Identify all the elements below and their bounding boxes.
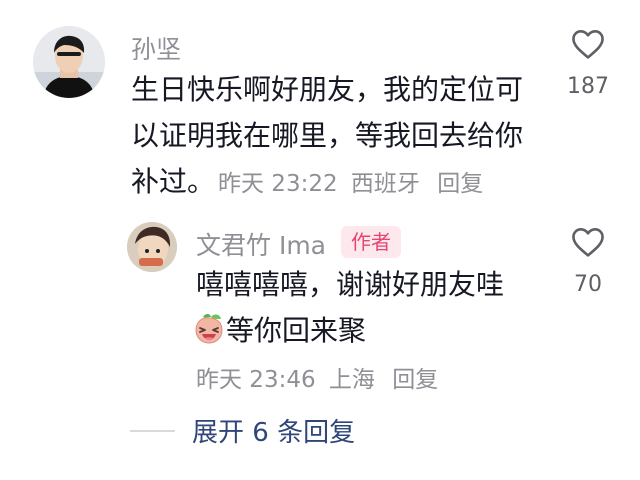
comment-line-1: 生日快乐啊好朋友，我的定位可 [131,73,524,106]
laughing-peach-emoji [195,314,223,344]
author-badge: 作者 [341,226,401,258]
comment-location: 西班牙 [350,171,420,197]
expand-replies-button[interactable]: 展开 6 条回复 [192,412,355,449]
reply-meta: 昨天 23:46 上海 回复 [196,360,444,394]
comment-time: 昨天 23:22 [218,171,338,197]
commenter-avatar[interactable] [33,26,105,98]
comment-meta: 昨天 23:22 西班牙 回复 [218,164,489,198]
heart-icon[interactable] [570,226,606,258]
commenter-name[interactable]: 孙坚 [131,30,181,66]
like-count: 70 [574,272,602,297]
heart-icon[interactable] [570,28,606,60]
reply-location: 上海 [328,367,375,393]
reply-line-1: 嘻嘻嘻嘻，谢谢好朋友哇 [196,268,505,301]
author-name[interactable]: 文君竹 Ima [196,226,326,262]
comment-line-3: 补过。 [131,165,216,198]
expand-divider [130,430,175,432]
like-count: 187 [567,74,609,99]
reply-button[interactable]: 回复 [437,171,483,197]
reply-line-2: 等你回来聚 [226,314,367,347]
author-avatar[interactable] [127,222,177,272]
reply-time: 昨天 23:46 [196,367,316,393]
reply-button[interactable]: 回复 [392,367,438,393]
comment-line-2: 以证明我在哪里，等我回去给你 [131,119,524,152]
comment-thread: 孙坚 生日快乐啊好朋友，我的定位可 以证明我在哪里，等我回去给你 补过。 昨天 … [0,0,640,480]
